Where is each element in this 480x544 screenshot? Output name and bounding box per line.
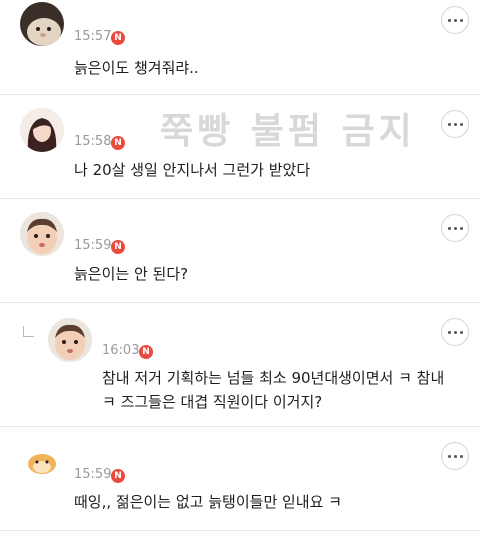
new-badge: N	[139, 345, 153, 359]
comment-text: 때잉,, 젊은이는 없고 늙탱이들만 읻내요 ㅋ	[74, 493, 342, 511]
comment-time: 15:59	[74, 467, 112, 482]
comment-time: 15:59	[74, 238, 112, 253]
more-horizontal-icon	[447, 454, 451, 458]
new-badge: N	[111, 136, 125, 150]
hamster-cartoon-avatar[interactable]	[20, 440, 64, 484]
comment-text: 늙은이도 챙겨줘랴..	[74, 59, 199, 77]
divider	[0, 302, 480, 303]
more-options-button[interactable]	[441, 214, 469, 242]
divider	[0, 426, 480, 427]
watermark: 쭉빵 불펌 금지	[160, 111, 416, 152]
new-badge: N	[111, 31, 125, 45]
divider	[0, 198, 480, 199]
comment-time: 15:58	[74, 134, 112, 149]
comment-text: 늙은이는 안 된다?	[74, 265, 189, 283]
comment-time: 16:03	[102, 343, 140, 358]
more-options-button[interactable]	[441, 110, 469, 138]
more-horizontal-icon	[447, 122, 451, 126]
more-horizontal-icon	[447, 18, 451, 22]
divider	[0, 94, 480, 95]
baby-photo-avatar[interactable]	[48, 318, 92, 362]
new-badge: N	[111, 240, 125, 254]
comment-time: 15:57	[74, 29, 112, 44]
woman-photo-avatar[interactable]	[20, 108, 64, 152]
more-options-button[interactable]	[441, 442, 469, 470]
new-badge: N	[111, 469, 125, 483]
more-options-button[interactable]	[441, 318, 469, 346]
hamster-photo-avatar[interactable]	[20, 2, 64, 46]
baby-photo-avatar[interactable]	[20, 212, 64, 256]
more-options-button[interactable]	[441, 6, 469, 34]
more-horizontal-icon	[447, 226, 451, 230]
divider	[0, 530, 480, 531]
reply-indicator-icon	[23, 326, 34, 337]
comment-text: 나 20살 생일 안지나서 그런가 받았다	[74, 161, 311, 179]
more-horizontal-icon	[447, 330, 451, 334]
comment-text: 참내 저거 기획하는 넘들 최소 90년대생이면서 ㅋ 참내 ㅋ 즈그들은 대겹…	[102, 369, 445, 411]
